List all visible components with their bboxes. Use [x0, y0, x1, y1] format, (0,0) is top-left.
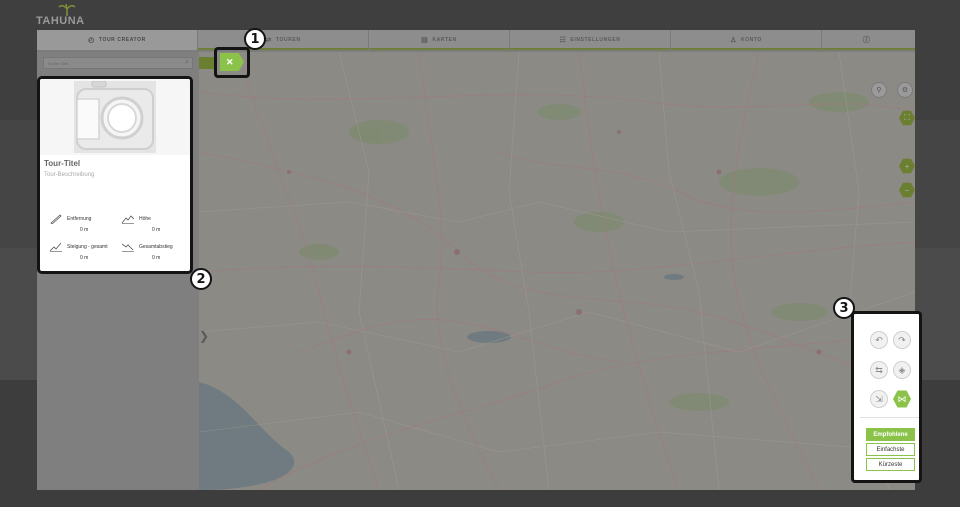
tahuna-logo: TAHUNA: [36, 4, 106, 30]
gear-icon[interactable]: ⚙: [897, 82, 913, 98]
ruler-icon: [50, 214, 62, 224]
callout-badge: 3: [833, 297, 855, 319]
ascent-icon: [50, 242, 62, 252]
routing-panel: ↶ ↷ ⇆ ◈ ⇲ ⋈ Empfohlene Einfachste Kürzes…: [851, 311, 922, 483]
user-icon: ♙: [730, 37, 737, 44]
tab-info[interactable]: ⓘ: [822, 30, 915, 50]
route-icon: ⇄: [265, 37, 272, 44]
tour-info-card: Tour-Titel Tour-Beschreibung Entfernung …: [37, 76, 193, 274]
stat-label: Entfernung: [67, 216, 92, 222]
snap-to-road-icon[interactable]: ⋈: [893, 390, 911, 408]
layers-icon[interactable]: ⚲: [871, 82, 887, 98]
route-option-shortest[interactable]: Kürzeste: [866, 458, 915, 471]
settings-icon: ☷: [559, 37, 567, 44]
tab-label: KARTEN: [432, 37, 457, 43]
elevation-icon: [122, 215, 134, 224]
stat-total-descent: Gesamtabstieg 0 m: [114, 242, 184, 266]
stat-value: 0 m: [80, 255, 89, 261]
collapse-sidebar-arrow-icon[interactable]: ❯: [199, 329, 209, 343]
stat-elevation: Höhe 0 m: [114, 214, 184, 238]
info-icon: ⓘ: [862, 37, 871, 44]
tab-label: TOUR CREATOR: [98, 37, 146, 43]
reverse-route-icon[interactable]: ⇆: [870, 361, 888, 379]
route-option-easiest[interactable]: Einfachste: [866, 443, 915, 456]
tab-account[interactable]: ♙ KONTO: [671, 30, 821, 50]
main-navigation: ◴ TOUR CREATOR ⇄ TOUREN ▤ KARTEN ☷ EINST…: [37, 30, 915, 50]
stat-label: Gesamtabstieg: [139, 244, 173, 250]
tab-label: EINSTELLUNGEN: [570, 37, 621, 43]
import-icon[interactable]: ⇲: [870, 390, 888, 408]
map-canvas[interactable]: ❯ ⚲ ⚙ ⛶ + −: [199, 52, 915, 490]
divider: [860, 417, 919, 418]
close-icon: ✕: [226, 56, 234, 67]
compass-icon: ◴: [88, 37, 95, 44]
tab-tour-creator[interactable]: ◴ TOUR CREATOR: [37, 30, 197, 50]
camera-icon: [76, 80, 154, 150]
callout-badge: 1: [244, 28, 266, 50]
stat-value: 0 m: [80, 227, 89, 233]
redo-icon[interactable]: ↷: [893, 331, 911, 349]
routing-tools: ↶ ↷ ⇆ ◈ ⇲ ⋈ Empfohlene Einfachste Kürzes…: [860, 318, 919, 480]
tour-title[interactable]: Tour-Titel: [44, 159, 80, 168]
tab-settings[interactable]: ☷ EINSTELLUNGEN: [510, 30, 670, 50]
stat-distance: Entfernung 0 m: [42, 214, 112, 238]
lake: [664, 274, 684, 280]
eraser-icon[interactable]: ◈: [893, 361, 911, 379]
route-option-recommended[interactable]: Empfohlene: [866, 428, 915, 441]
tab-maps[interactable]: ▤ KARTEN: [369, 30, 509, 50]
search-placeholder: Suche Orte: [48, 61, 69, 66]
stat-label: Steigung - gesamt: [67, 244, 108, 250]
descent-icon: [122, 243, 134, 252]
tour-description[interactable]: Tour-Beschreibung: [44, 172, 94, 178]
undo-icon[interactable]: ↶: [870, 331, 888, 349]
stat-label: Höhe: [139, 216, 151, 222]
stat-value: 0 m: [152, 255, 161, 261]
photo-frame: [74, 80, 156, 153]
map-roads: [199, 52, 915, 490]
logo-text: TAHUNA: [36, 15, 85, 27]
search-input[interactable]: Suche Orte ⌕: [43, 57, 193, 69]
stat-total-ascent: Steigung - gesamt 0 m: [42, 242, 112, 266]
search-icon: ⌕: [185, 59, 189, 66]
tab-label: TOUREN: [275, 37, 301, 43]
callout-badge: 2: [190, 268, 212, 290]
tab-label: KONTO: [740, 37, 762, 43]
stat-value: 0 m: [152, 227, 161, 233]
tour-image-placeholder[interactable]: [40, 79, 190, 155]
map-icon: ▤: [421, 37, 429, 44]
